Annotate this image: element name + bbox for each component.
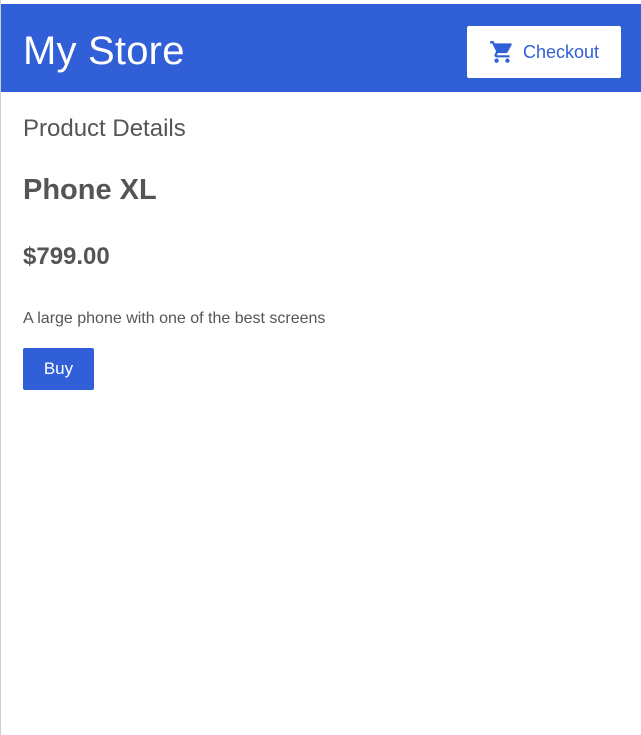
buy-button[interactable]: Buy <box>23 348 94 390</box>
shopping-cart-icon <box>489 39 515 65</box>
product-price: $799.00 <box>23 243 110 270</box>
product-description: A large phone with one of the best scree… <box>23 310 326 327</box>
section-heading: Product Details <box>23 115 186 142</box>
app-window: My Store Checkout Product Details Phone … <box>0 0 641 735</box>
checkout-label: Checkout <box>522 41 600 62</box>
checkout-button[interactable]: Checkout <box>467 26 621 78</box>
store-title-link[interactable]: My Store <box>23 27 185 75</box>
top-bar: My Store Checkout <box>1 4 641 92</box>
product-name: Phone XL <box>23 174 157 206</box>
